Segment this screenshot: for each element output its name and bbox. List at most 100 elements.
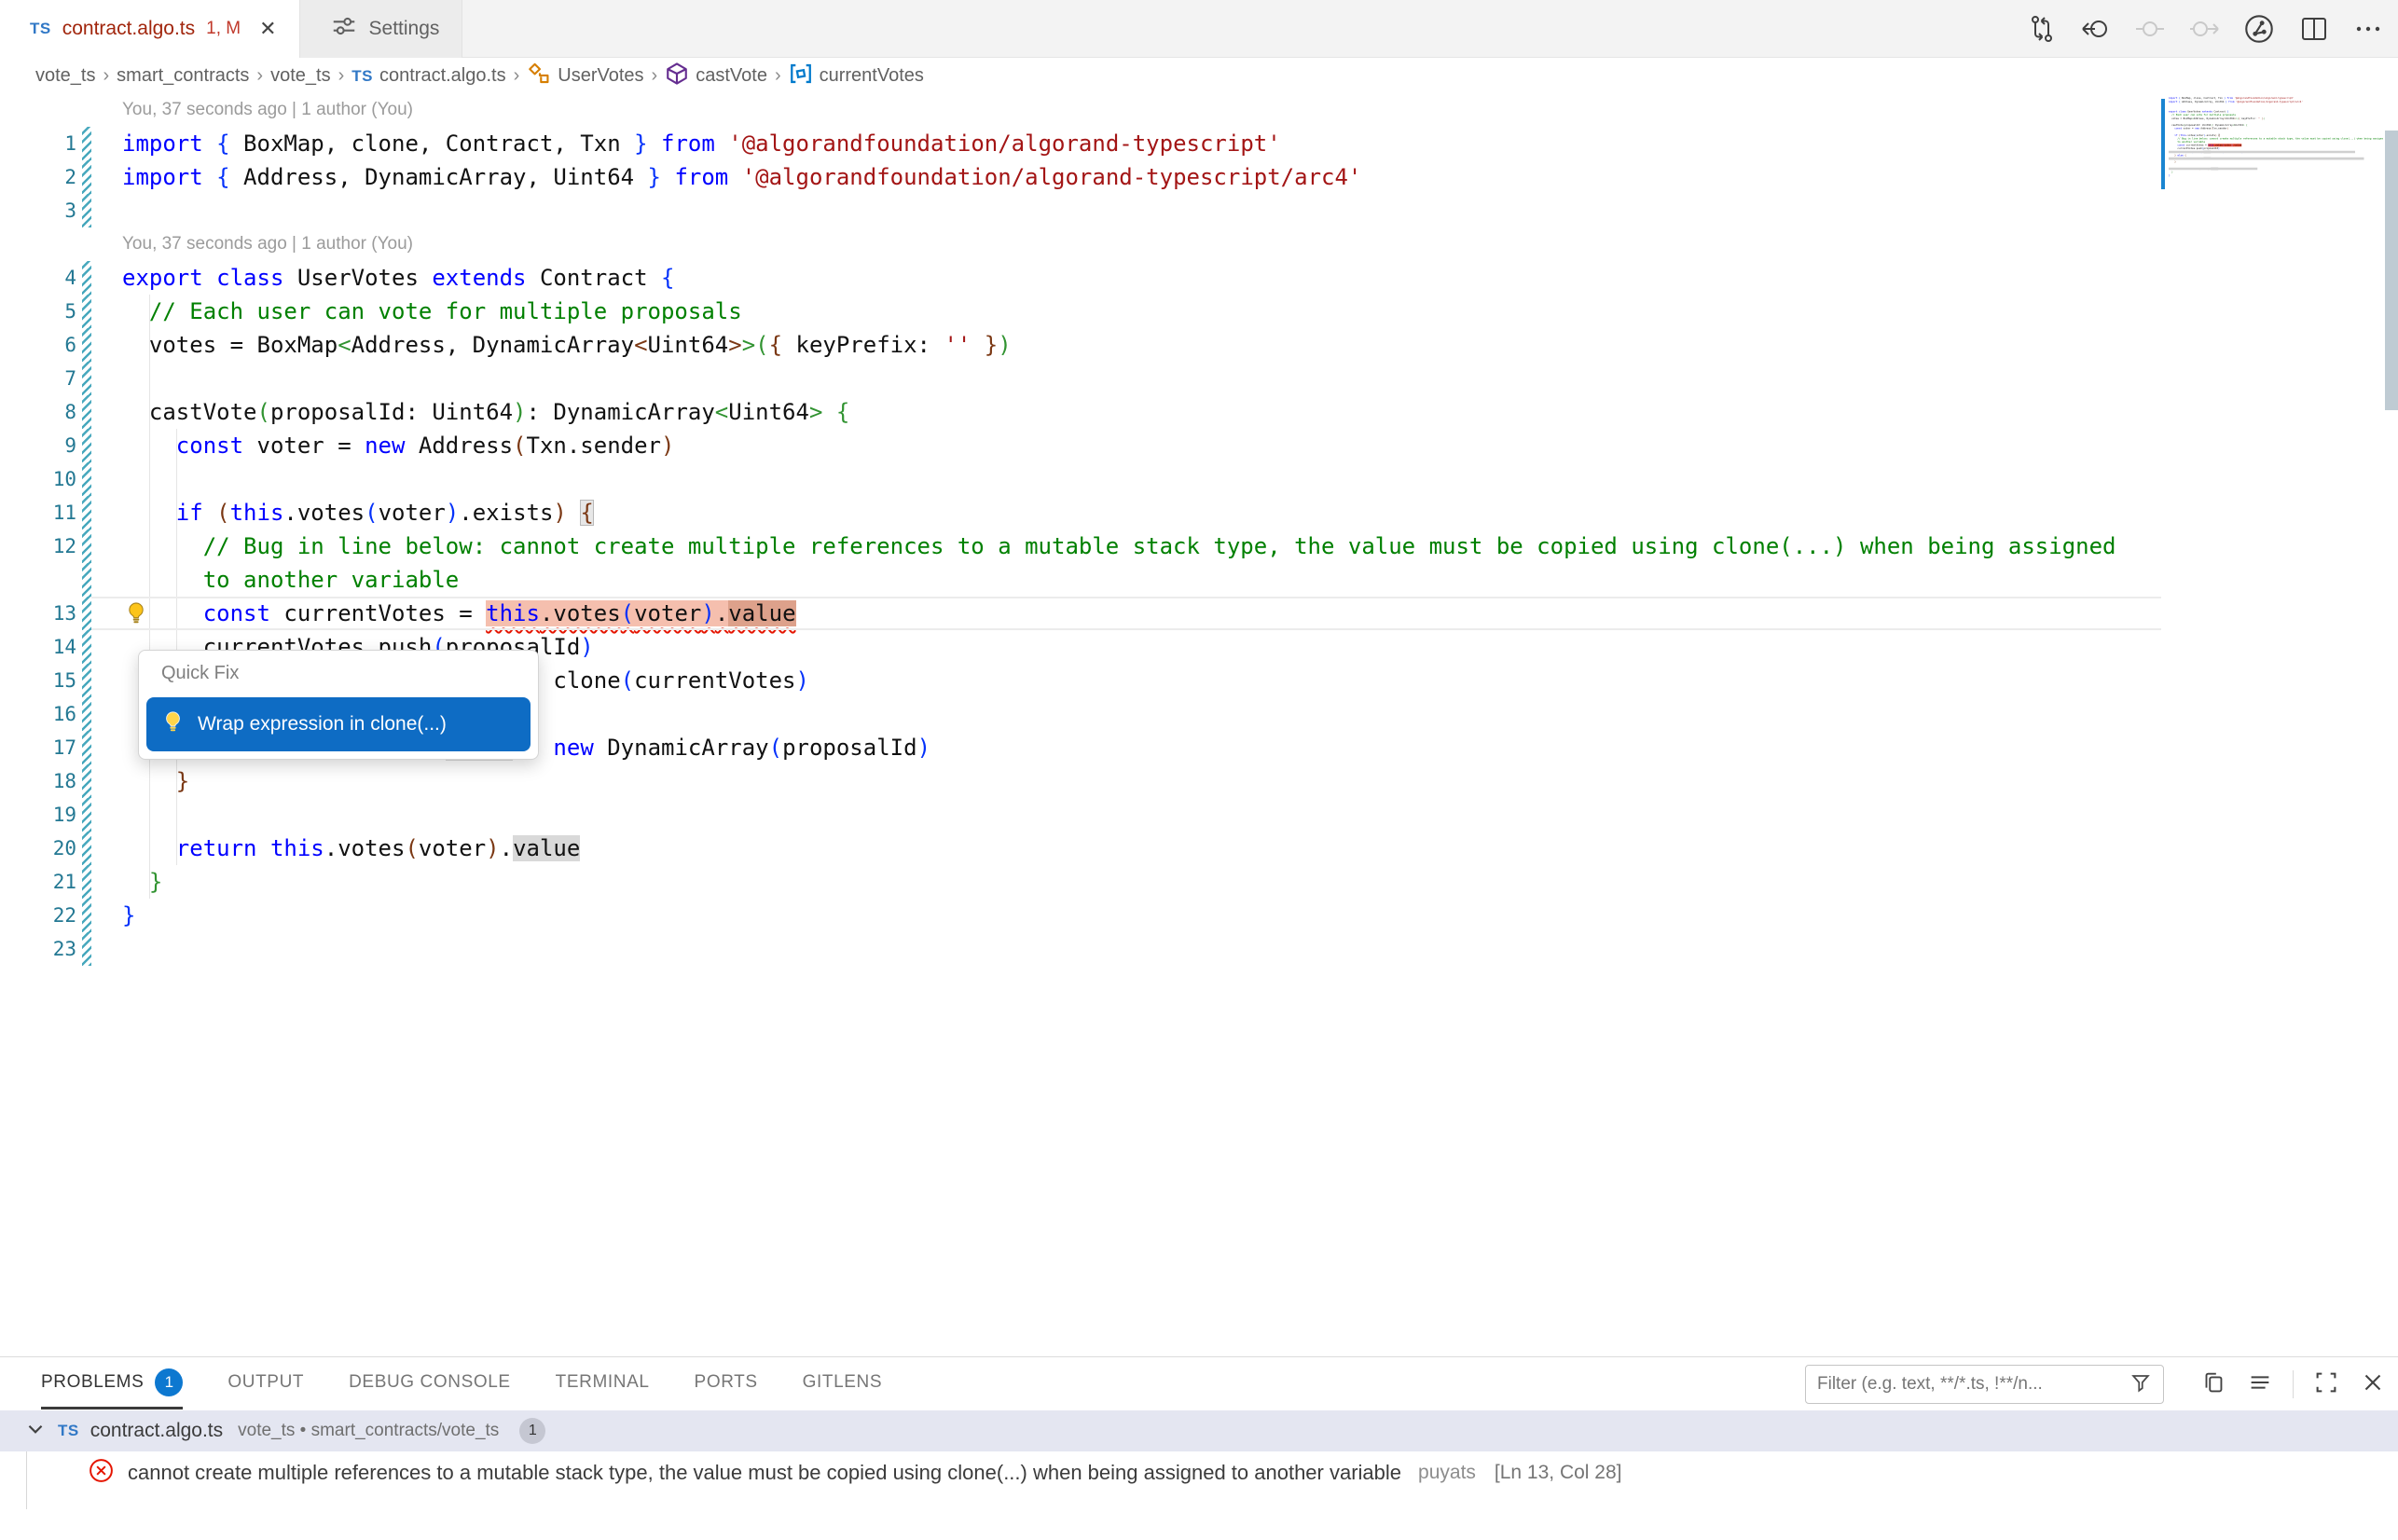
code-line[interactable]: 1import { BoxMap, clone, Contract, Txn }… <box>0 127 2161 160</box>
tab-label: contract.algo.ts <box>62 18 195 40</box>
close-tab-icon[interactable]: ✕ <box>259 17 276 41</box>
git-modified-gutter <box>82 731 91 764</box>
tab-contract-algo-ts[interactable]: TS contract.algo.ts 1, M ✕ <box>0 0 299 58</box>
panel-tab-debug-console[interactable]: DEBUG CONSOLE <box>349 1357 511 1409</box>
problems-file-name: contract.algo.ts <box>90 1420 223 1442</box>
blame-text: You, 37 seconds ago | 1 author (You) <box>91 100 413 120</box>
minimap-modified-indicator <box>2161 99 2165 189</box>
tab-settings[interactable]: Settings <box>299 0 463 58</box>
code-line[interactable]: 13 const currentVotes = this.votes(voter… <box>0 597 2161 630</box>
breadcrumb-item[interactable]: smart_contracts <box>117 65 249 87</box>
problems-file-row[interactable]: TS contract.algo.ts vote_ts • smart_cont… <box>0 1410 2398 1451</box>
code-line[interactable]: 22} <box>0 899 2161 932</box>
code-line[interactable]: 23 <box>0 932 2161 966</box>
code-line[interactable]: 7 <box>0 362 2161 395</box>
code-text: votes = BoxMap<Address, DynamicArray<Uin… <box>91 332 1012 358</box>
code-line[interactable]: 8 castVote(proposalId: Uint64): DynamicA… <box>0 395 2161 429</box>
panel-tab-label: DEBUG CONSOLE <box>349 1372 511 1393</box>
code-line[interactable]: 3 <box>0 194 2161 227</box>
code-line[interactable]: 20 return this.votes(voter).value <box>0 832 2161 865</box>
code-line[interactable]: 21 } <box>0 865 2161 899</box>
blame-annotation: You, 37 seconds ago | 1 author (You) <box>0 227 2161 261</box>
breadcrumb-item[interactable]: vote_ts <box>35 65 95 87</box>
code-line[interactable]: 12 // Bug in line below: cannot create m… <box>0 529 2161 563</box>
code-line[interactable]: 4export class UserVotes extends Contract… <box>0 261 2161 295</box>
git-modified-gutter <box>82 462 91 496</box>
code-line[interactable]: 5 // Each user can vote for multiple pro… <box>0 295 2161 328</box>
code-text: export class UserVotes extends Contract … <box>91 265 674 291</box>
code-line[interactable]: 9 const voter = new Address(Txn.sender) <box>0 429 2161 462</box>
minimap[interactable]: import { BoxMap, clone, Contract, Txn } … <box>2161 93 2383 326</box>
list-icon[interactable] <box>2246 1368 2274 1401</box>
quick-fix-action-wrap-in-clone[interactable]: Wrap expression in clone(...) <box>146 697 531 751</box>
breadcrumb-item-method[interactable]: castVote <box>696 65 767 87</box>
code-text: import { Address, DynamicArray, Uint64 }… <box>91 164 1361 190</box>
ts-file-icon: TS <box>351 67 373 86</box>
panel-tab-output[interactable]: OUTPUT <box>227 1357 304 1409</box>
breadcrumb: vote_ts › smart_contracts › vote_ts › TS… <box>0 59 2398 93</box>
code-line[interactable]: 18 } <box>0 764 2161 798</box>
more-actions-icon[interactable] <box>2351 12 2385 46</box>
line-number: 3 <box>0 199 76 222</box>
code-text: castVote(proposalId: Uint64): DynamicArr… <box>91 399 849 425</box>
line-number: 23 <box>0 938 76 960</box>
close-panel-icon[interactable] <box>2359 1368 2387 1401</box>
breadcrumb-item[interactable]: vote_ts <box>270 65 330 87</box>
line-number: 7 <box>0 367 76 390</box>
code-text: return this.votes(voter).value <box>91 835 580 861</box>
chevron-down-icon[interactable] <box>24 1418 47 1445</box>
blame-annotation: You, 37 seconds ago | 1 author (You) <box>0 93 2161 127</box>
previous-change-icon <box>2133 12 2167 46</box>
next-change-icon <box>2187 12 2221 46</box>
tab-problem-decoration: 1, M <box>206 19 241 39</box>
code-line[interactable]: 6 votes = BoxMap<Address, DynamicArray<U… <box>0 328 2161 362</box>
navigate-back-icon[interactable] <box>2079 12 2113 46</box>
code-editor[interactable]: You, 37 seconds ago | 1 author (You) 1imp… <box>0 93 2161 966</box>
code-text: } <box>91 768 189 794</box>
panel-tab-gitlens[interactable]: GITLENS <box>803 1357 883 1409</box>
problem-row[interactable]: cannot create multiple references to a m… <box>0 1451 2398 1494</box>
code-line[interactable]: 11 if (this.votes(voter).exists) { <box>0 496 2161 529</box>
breadcrumb-item-class[interactable]: UserVotes <box>558 65 643 87</box>
line-number: 9 <box>0 434 76 457</box>
code-line[interactable]: 2import { Address, DynamicArray, Uint64 … <box>0 160 2161 194</box>
problem-source: puyats <box>1418 1462 1476 1484</box>
filter-funnel-icon[interactable] <box>2128 1369 2154 1400</box>
bottom-panel: PROBLEMS 1 OUTPUT DEBUG CONSOLE TERMINAL… <box>0 1356 2398 1540</box>
panel-header-icons <box>2199 1365 2387 1404</box>
git-modified-gutter <box>82 429 91 462</box>
breadcrumb-item-variable[interactable]: currentVotes <box>820 65 924 87</box>
panel-tab-terminal[interactable]: TERMINAL <box>556 1357 650 1409</box>
symbol-class-icon <box>527 62 551 91</box>
git-modified-gutter <box>82 899 91 932</box>
breadcrumb-item-file[interactable]: contract.algo.ts <box>379 65 506 87</box>
panel-tab-problems[interactable]: PROBLEMS 1 <box>41 1357 183 1409</box>
maximize-panel-icon[interactable] <box>2312 1368 2340 1401</box>
quick-fix-title: Quick Fix <box>161 663 538 684</box>
git-modified-gutter <box>82 93 91 127</box>
panel-tab-ports[interactable]: PORTS <box>695 1357 758 1409</box>
lightbulb-icon <box>160 709 186 740</box>
editor-scrollbar[interactable] <box>2385 131 2398 410</box>
problems-filter-input[interactable] <box>1817 1374 2128 1395</box>
code-line[interactable]: 10 <box>0 462 2161 496</box>
code-line[interactable]: 19 <box>0 798 2161 832</box>
commit-graph-icon[interactable] <box>2241 11 2277 47</box>
line-number: 18 <box>0 770 76 792</box>
split-editor-icon[interactable] <box>2297 12 2331 46</box>
minimap-line <box>2169 177 2383 181</box>
git-modified-gutter <box>82 932 91 966</box>
code-line[interactable]: to another variable <box>0 563 2161 597</box>
lightbulb-icon[interactable] <box>123 600 149 626</box>
code-text: } <box>91 869 162 895</box>
tab-label: Settings <box>369 18 440 40</box>
compare-changes-icon[interactable] <box>2025 12 2059 46</box>
git-modified-gutter <box>82 362 91 395</box>
file-problems-count-badge: 1 <box>519 1418 545 1444</box>
copy-icon[interactable] <box>2199 1368 2227 1401</box>
code-text: const voter = new Address(Txn.sender) <box>91 433 674 459</box>
blame-text: You, 37 seconds ago | 1 author (You) <box>91 234 413 254</box>
ts-file-icon: TS <box>30 20 51 38</box>
problems-file-path: vote_ts • smart_contracts/vote_ts <box>238 1421 499 1441</box>
settings-sliders-icon <box>330 12 358 46</box>
